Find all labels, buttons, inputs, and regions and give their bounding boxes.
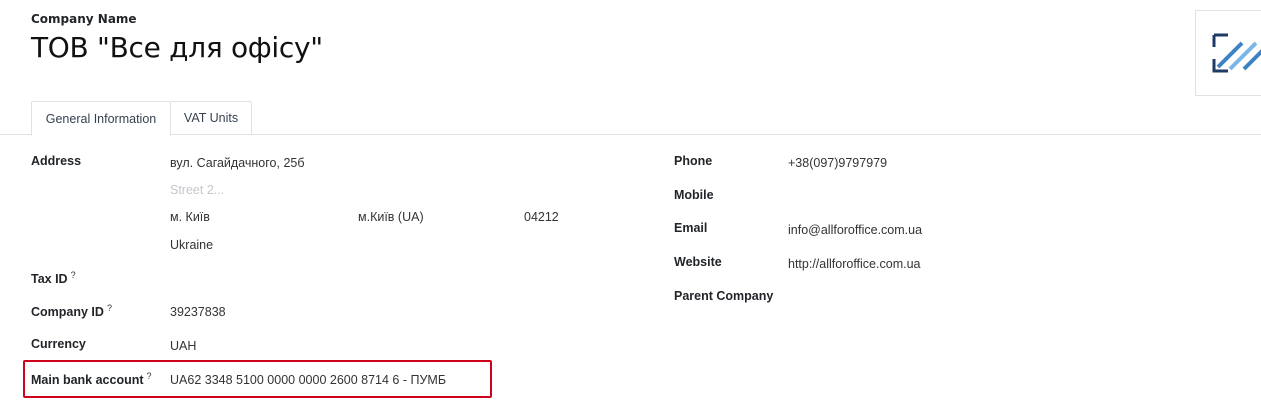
bank-account-highlight (23, 360, 492, 398)
parent-company-label: Parent Company (674, 289, 774, 303)
phone-field[interactable]: +38(097)9797979 (788, 156, 887, 170)
website-label: Website (674, 255, 722, 269)
company-id-help-icon[interactable]: ? (107, 303, 112, 313)
tab-vat-units[interactable]: VAT Units (171, 101, 252, 135)
company-name-label: Company Name (31, 12, 137, 26)
country-field[interactable]: Ukraine (170, 238, 213, 252)
currency-field[interactable]: UAH (170, 339, 196, 353)
website-field[interactable]: http://allforoffice.com.ua (788, 257, 920, 271)
mobile-label: Mobile (674, 188, 714, 202)
currency-label: Currency (31, 337, 86, 351)
phone-label: Phone (674, 154, 713, 168)
company-logo[interactable] (1195, 10, 1261, 96)
tax-id-label-text: Tax ID (31, 272, 68, 287)
company-logo-placeholder-icon (1212, 33, 1261, 73)
zip-field[interactable]: 04212 (524, 210, 559, 224)
email-label: Email (674, 221, 708, 235)
tax-id-help-icon[interactable]: ? (71, 270, 76, 280)
company-id-label-text: Company ID (31, 305, 104, 320)
tab-general-information[interactable]: General Information (31, 101, 171, 136)
company-name-field[interactable]: ТОВ "Все для офісу" (31, 31, 323, 64)
email-field[interactable]: info@allforoffice.com.ua (788, 223, 922, 237)
state-field[interactable]: м.Київ (UA) (358, 210, 424, 224)
company-id-field[interactable]: 39237838 (170, 305, 226, 319)
address-label: Address (31, 154, 82, 168)
street2-field[interactable]: Street 2... (170, 183, 224, 197)
street-field[interactable]: вул. Сагайдачного, 25б (170, 156, 305, 170)
tax-id-label: Tax ID? (31, 270, 76, 286)
form-tabs: General Information VAT Units (0, 101, 1261, 136)
city-field[interactable]: м. Київ (170, 210, 210, 224)
company-id-label: Company ID? (31, 303, 112, 319)
